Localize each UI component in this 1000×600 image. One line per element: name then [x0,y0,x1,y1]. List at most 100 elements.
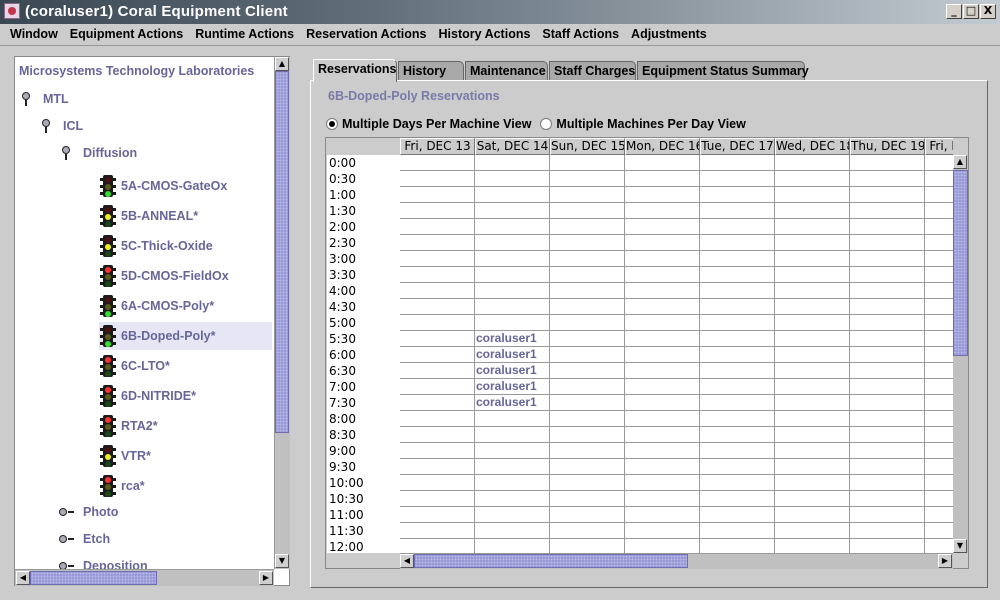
tree-node[interactable]: Deposition [59,555,148,569]
schedule-cell[interactable] [850,523,925,539]
schedule-cell[interactable] [475,443,550,459]
title-bar[interactable]: (coraluser1) Coral Equipment Client _ □ … [0,0,1000,25]
schedule-cell[interactable] [475,491,550,507]
schedule-cell[interactable] [400,187,475,203]
schedule-cell[interactable] [475,411,550,427]
schedule-cell[interactable] [925,539,953,553]
collapsed-node-icon[interactable] [59,559,74,569]
schedule-cell[interactable] [475,459,550,475]
tree-node[interactable]: Photo [59,501,118,523]
schedule-cell[interactable] [550,299,625,315]
schedule-cell[interactable] [550,283,625,299]
schedule-cell[interactable] [850,459,925,475]
schedule-cell[interactable] [550,411,625,427]
radio-multiple-days-label[interactable]: Multiple Days Per Machine View [342,117,531,131]
schedule-cell[interactable] [400,251,475,267]
schedule-cell[interactable] [475,507,550,523]
schedule-cell[interactable] [925,203,953,219]
schedule-cell[interactable] [625,315,700,331]
reservation-cell[interactable]: coraluser1 [475,379,550,395]
tree-node[interactable]: MTL [19,88,69,110]
tree-node[interactable]: 5C-Thick-Oxide [99,232,272,260]
schedule-cell[interactable] [625,299,700,315]
minimize-button[interactable]: _ [946,4,962,19]
schedule-cell[interactable] [775,155,850,171]
schedule-cell[interactable] [775,235,850,251]
schedule-cell[interactable] [775,267,850,283]
schedule-cell[interactable] [925,459,953,475]
scroll-right-button[interactable]: ▶ [259,571,273,585]
schedule-cell[interactable] [775,475,850,491]
tab-equipment-status-summary[interactable]: Equipment Status Summary [637,61,809,81]
schedule-cell[interactable] [550,395,625,411]
schedule-cell[interactable] [625,443,700,459]
schedule-cell[interactable] [400,299,475,315]
day-column-header[interactable]: Sat, DEC 14 [475,138,550,155]
schedule-cell[interactable] [925,411,953,427]
schedule-cell[interactable] [475,475,550,491]
schedule-cell[interactable] [625,331,700,347]
equipment-tree[interactable]: Microsystems Technology Laboratories MTL… [15,57,275,569]
schedule-cell[interactable] [775,283,850,299]
schedule-cell[interactable] [400,475,475,491]
schedule-cell[interactable] [775,507,850,523]
radio-multiple-machines-label[interactable]: Multiple Machines Per Day View [556,117,745,131]
schedule-cell[interactable] [625,347,700,363]
schedule-cell[interactable] [700,459,775,475]
schedule-cell[interactable] [400,155,475,171]
tree-node[interactable]: RTA2* [99,412,272,440]
tree-horizontal-scroll-thumb[interactable] [30,571,157,585]
schedule-cell[interactable] [625,475,700,491]
schedule-cell[interactable] [850,203,925,219]
schedule-cell[interactable] [700,299,775,315]
schedule-cell[interactable] [550,331,625,347]
schedule-cell[interactable] [850,539,925,553]
schedule-cell[interactable] [775,219,850,235]
schedule-cell[interactable] [925,187,953,203]
schedule-cell[interactable] [400,203,475,219]
schedule-cell[interactable] [700,331,775,347]
schedule-cell[interactable] [925,331,953,347]
schedule-cell[interactable] [925,235,953,251]
schedule-cell[interactable] [925,395,953,411]
schedule-cell[interactable] [700,267,775,283]
tree-node[interactable]: Etch [59,528,110,550]
schedule-cell[interactable] [700,347,775,363]
scroll-up-button[interactable]: ▲ [275,57,289,71]
schedule-cell[interactable] [700,363,775,379]
tree-node[interactable]: Diffusion [59,142,137,164]
schedule-cell[interactable] [700,251,775,267]
schedule-cell[interactable] [775,523,850,539]
schedule-cell[interactable] [700,235,775,251]
schedule-cell[interactable] [850,363,925,379]
expanded-node-icon[interactable] [59,146,73,160]
radio-multiple-machines[interactable] [540,118,553,130]
schedule-cell[interactable] [850,267,925,283]
schedule-cell[interactable] [775,331,850,347]
schedule-cell[interactable] [850,235,925,251]
schedule-cell[interactable] [925,491,953,507]
tab-reservations[interactable]: Reservations [313,59,397,82]
reservation-cell[interactable]: coraluser1 [475,395,550,411]
day-column-header[interactable]: Fri, DEC 20 [925,138,953,155]
schedule-cell[interactable] [550,539,625,553]
schedule-cell[interactable] [475,251,550,267]
schedule-cell[interactable] [400,283,475,299]
schedule-cell[interactable] [550,475,625,491]
schedule-cell[interactable] [850,395,925,411]
schedule-cell[interactable] [400,235,475,251]
schedule-cell[interactable] [775,171,850,187]
schedule-cell[interactable] [550,251,625,267]
scroll-down-button[interactable]: ▼ [275,554,289,568]
schedule-cell[interactable] [625,427,700,443]
schedule-cell[interactable] [625,283,700,299]
schedule-cell[interactable] [550,427,625,443]
schedule-cell[interactable] [550,203,625,219]
schedule-cell[interactable] [400,347,475,363]
close-button[interactable]: X [980,4,996,19]
menu-window[interactable]: Window [0,24,64,45]
schedule-cell[interactable] [400,219,475,235]
menu-equipment-actions[interactable]: Equipment Actions [64,24,189,45]
schedule-cell[interactable] [625,251,700,267]
schedule-cell[interactable] [700,315,775,331]
